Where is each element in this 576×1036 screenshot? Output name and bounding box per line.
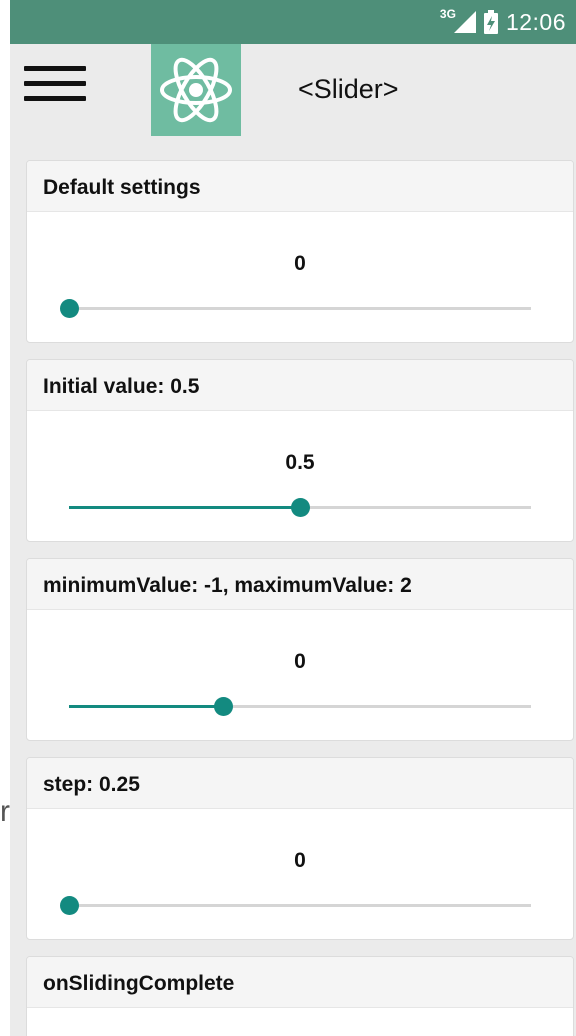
slider-card-min-max: minimumValue: -1, maximumValue: 2 0 xyxy=(26,558,574,741)
card-title: Default settings xyxy=(27,161,573,212)
card-body: 0 xyxy=(27,610,573,740)
slider[interactable] xyxy=(69,497,531,517)
status-clock: 12:06 xyxy=(505,8,566,35)
slider-card-initial-value: Initial value: 0.5 0.5 xyxy=(26,359,574,542)
status-bar: 3G 12:06 xyxy=(10,0,576,44)
signal-icon xyxy=(453,11,476,33)
card-body: 0 xyxy=(27,212,573,342)
app-screen: 3G 12:06 <Slider> Default settings 0 Ini… xyxy=(10,0,576,1036)
hamburger-menu-icon[interactable] xyxy=(24,66,86,114)
app-toolbar: <Slider> xyxy=(10,44,576,136)
page-title: <Slider> xyxy=(298,74,399,104)
slider[interactable] xyxy=(60,895,531,915)
partial-text: r xyxy=(0,795,10,828)
slider-card-default: Default settings 0 xyxy=(26,160,574,343)
network-type-label: 3G xyxy=(439,7,456,21)
slider[interactable] xyxy=(60,298,531,318)
slider-thumb[interactable] xyxy=(60,299,79,318)
slider-value-label: 0.5 xyxy=(285,451,315,474)
background-strip: r xyxy=(0,0,10,1036)
react-logo-icon xyxy=(151,44,241,136)
slider-thumb[interactable] xyxy=(291,498,310,517)
slider-fill xyxy=(69,506,300,509)
card-title: onSlidingComplete xyxy=(27,957,573,1008)
card-title: step: 0.25 xyxy=(27,758,573,809)
card-body: 0.5 xyxy=(27,411,573,541)
slider-track xyxy=(69,307,531,310)
card-body: 0 xyxy=(27,809,573,939)
slider-card-step: step: 0.25 0 xyxy=(26,757,574,940)
slider-fill xyxy=(69,705,223,708)
slider-card-on-sliding-complete: onSlidingComplete xyxy=(26,956,574,1036)
slider[interactable] xyxy=(69,696,531,716)
battery-charging-icon xyxy=(483,10,498,34)
status-icons: 3G 12:06 xyxy=(440,0,566,44)
slider-track xyxy=(69,904,531,907)
card-title: minimumValue: -1, maximumValue: 2 xyxy=(27,559,573,610)
card-title: Initial value: 0.5 xyxy=(27,360,573,411)
slider-value-label: 0 xyxy=(294,849,306,872)
slider-value-label: 0 xyxy=(294,252,306,275)
slider-value-label: 0 xyxy=(294,650,306,673)
slider-thumb[interactable] xyxy=(214,697,233,716)
slider-thumb[interactable] xyxy=(60,896,79,915)
